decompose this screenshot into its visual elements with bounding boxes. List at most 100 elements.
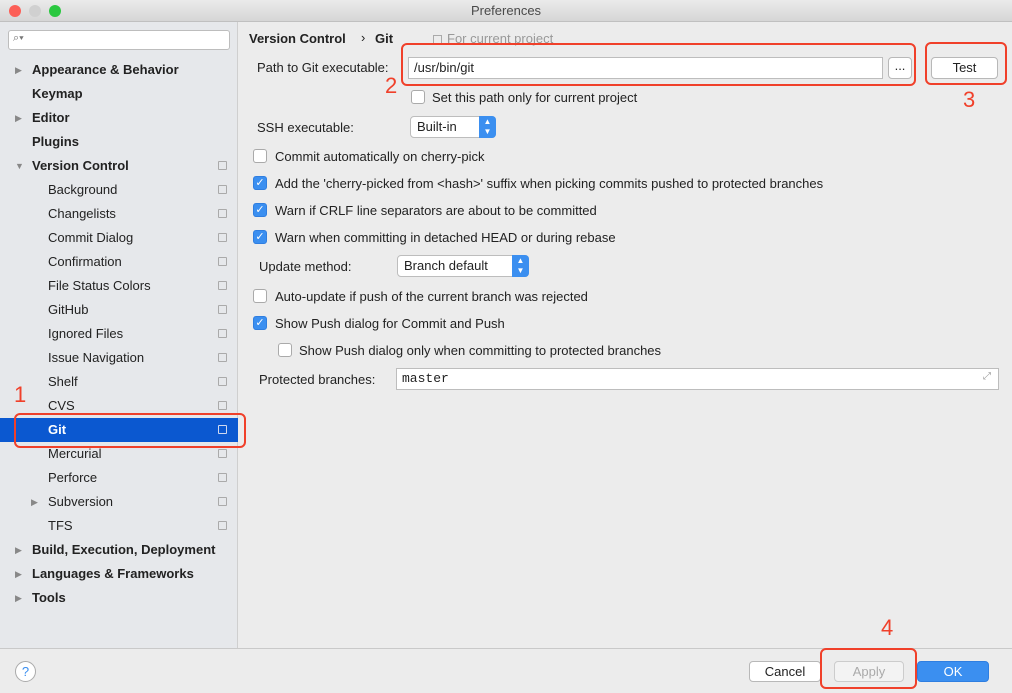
option-label: Commit automatically on cherry-pick — [275, 149, 485, 164]
option-label: Warn if CRLF line separators are about t… — [275, 203, 597, 218]
set-path-only-label: Set this path only for current project — [432, 90, 638, 105]
breadcrumb-parent[interactable]: Version Control — [249, 31, 346, 46]
zoom-window-button[interactable] — [49, 5, 61, 17]
project-scope-icon — [218, 161, 227, 170]
project-scope-icon — [218, 257, 227, 266]
close-window-button[interactable] — [9, 5, 21, 17]
option-label: Add the 'cherry-picked from <hash>' suff… — [275, 176, 824, 191]
sidebar-item[interactable]: Keymap — [0, 82, 238, 106]
project-scope-icon — [218, 305, 227, 314]
ok-button[interactable]: OK — [917, 661, 989, 682]
annotation-box-1 — [14, 413, 246, 448]
sidebar-item-label: Shelf — [48, 374, 78, 389]
chevron-right-icon[interactable]: ▶ — [15, 106, 22, 130]
annotation-box-2 — [401, 43, 916, 86]
sidebar-item-label: Subversion — [48, 494, 114, 509]
annotation-1: 1 — [14, 382, 27, 407]
chevron-right-icon[interactable]: ▶ — [31, 490, 38, 514]
chevron-right-icon[interactable]: ▶ — [15, 58, 22, 82]
search-icon: ⌕▾ — [13, 32, 24, 44]
sidebar-item-label: Languages & Frameworks — [32, 566, 194, 581]
annotation-box-4 — [820, 648, 917, 689]
option-checkbox[interactable]: ✓ — [253, 230, 267, 244]
show-push-protected-label: Show Push dialog only when committing to… — [299, 343, 662, 358]
sidebar-item-label: Issue Navigation — [48, 350, 145, 365]
sidebar-item-label: Editor — [32, 110, 70, 125]
show-push-checkbox[interactable]: ✓ — [253, 316, 267, 330]
sidebar-item[interactable]: Ignored Files — [0, 322, 238, 346]
chevron-down-icon[interactable]: ▼ — [15, 154, 24, 178]
protected-branches-input[interactable]: master — [396, 368, 999, 390]
sidebar-item-label: Keymap — [32, 86, 83, 101]
sidebar-item[interactable]: Shelf — [0, 370, 238, 394]
chevron-updown-icon: ▲ ▼ — [479, 116, 496, 138]
update-method-value: Branch default — [404, 258, 488, 273]
sidebar-item[interactable]: ▼ Version Control — [0, 154, 238, 178]
sidebar-item[interactable]: ▶ Appearance & Behavior — [0, 58, 238, 82]
cancel-button[interactable]: Cancel — [749, 661, 821, 682]
annotation-3: 3 — [963, 87, 976, 112]
sidebar-item[interactable]: File Status Colors — [0, 274, 238, 298]
sidebar-item-label: GitHub — [48, 302, 89, 317]
project-scope-icon — [218, 521, 227, 530]
expand-icon[interactable]: ⤢ — [983, 371, 991, 382]
sidebar-item[interactable]: Background — [0, 178, 238, 202]
sidebar-item-label: TFS — [48, 518, 73, 533]
sidebar-item[interactable]: ▶ Languages & Frameworks — [0, 562, 238, 586]
option-checkbox[interactable]: ✓ — [253, 176, 267, 190]
protected-branches-label: Protected branches: — [259, 372, 376, 387]
title-bar: Preferences — [0, 0, 1012, 22]
sidebar-item[interactable]: ▶ Tools — [0, 586, 238, 610]
update-method-select[interactable]: Branch default ▲ ▼ — [397, 255, 529, 277]
chevron-right-icon[interactable]: ▶ — [15, 586, 22, 610]
project-scope-icon — [218, 473, 227, 482]
help-button[interactable]: ? — [15, 661, 36, 682]
sidebar-item[interactable]: Changelists — [0, 202, 238, 226]
sidebar-item[interactable]: ▶ Subversion — [0, 490, 238, 514]
window-title: Preferences — [470, 3, 542, 18]
project-scope-icon — [218, 329, 227, 338]
sidebar-item-label: Background — [48, 182, 118, 197]
ssh-label: SSH executable: — [257, 120, 354, 135]
show-push-label: Show Push dialog for Commit and Push — [275, 316, 505, 331]
option-checkbox[interactable]: ✓ — [253, 203, 267, 217]
sidebar-item[interactable]: Confirmation — [0, 250, 238, 274]
project-scope-icon — [218, 377, 227, 386]
minimize-window-button[interactable] — [29, 5, 41, 17]
update-method-label: Update method: — [259, 259, 352, 274]
sidebar-item-label: Plugins — [32, 134, 79, 149]
settings-search-input[interactable]: ⌕▾ — [8, 30, 230, 50]
sidebar-item-label: Build, Execution, Deployment — [32, 542, 216, 557]
option-checkbox[interactable] — [253, 149, 267, 163]
project-scope-icon — [218, 233, 227, 242]
sidebar-item[interactable]: Perforce — [0, 466, 238, 490]
sidebar-item[interactable]: Commit Dialog — [0, 226, 238, 250]
ssh-select[interactable]: Built-in ▲ ▼ — [410, 116, 496, 138]
breadcrumb-current: Git — [375, 31, 394, 46]
sidebar-item-label: Commit Dialog — [48, 230, 134, 245]
sidebar-item[interactable]: Plugins — [0, 130, 238, 154]
chevron-right-icon[interactable]: ▶ — [15, 562, 22, 586]
project-scope-icon — [218, 401, 227, 410]
auto-update-label: Auto-update if push of the current branc… — [275, 289, 588, 304]
chevron-updown-icon: ▲ ▼ — [512, 255, 529, 277]
sidebar-item-label: File Status Colors — [48, 278, 151, 293]
project-scope-icon — [218, 353, 227, 362]
show-push-protected-checkbox[interactable] — [278, 343, 292, 357]
annotation-box-3 — [925, 42, 1007, 85]
sidebar-item-label: Version Control — [32, 158, 129, 173]
sidebar-item[interactable]: TFS — [0, 514, 238, 538]
set-path-only-checkbox[interactable] — [411, 90, 425, 104]
sidebar-item[interactable]: GitHub — [0, 298, 238, 322]
chevron-right-icon[interactable]: ▶ — [15, 538, 22, 562]
sidebar-item-label: Appearance & Behavior — [32, 62, 179, 77]
sidebar-item[interactable]: Issue Navigation — [0, 346, 238, 370]
sidebar-item-label: Changelists — [48, 206, 116, 221]
sidebar-item[interactable]: ▶ Editor — [0, 106, 238, 130]
option-label: Warn when committing in detached HEAD or… — [275, 230, 616, 245]
project-scope-icon — [218, 281, 227, 290]
auto-update-checkbox[interactable] — [253, 289, 267, 303]
sidebar-item[interactable]: ▶ Build, Execution, Deployment — [0, 538, 238, 562]
project-scope-icon — [218, 209, 227, 218]
sidebar-item-label: Ignored Files — [48, 326, 124, 341]
